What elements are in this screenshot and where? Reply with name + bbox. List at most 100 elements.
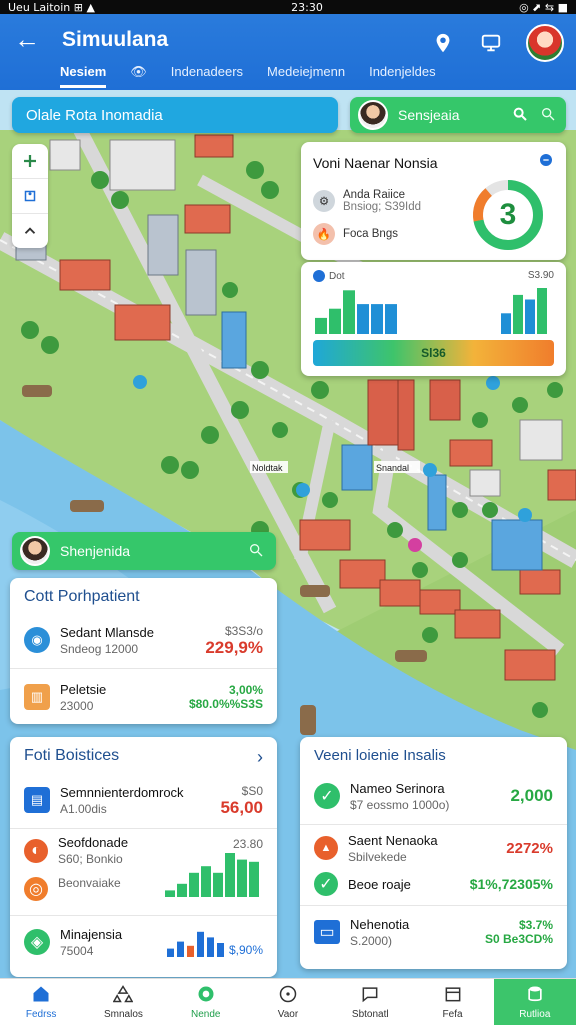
tab-bar: Nesiem 👁 Indenadeers Medeiejmenn Indenje… — [60, 64, 436, 88]
bar — [525, 299, 535, 334]
layers-icon[interactable] — [12, 179, 48, 214]
nav-item-fefa[interactable]: Fefa — [411, 979, 493, 1025]
list-item[interactable]: ✓ Nameo Serinora $7 eossmo 1000o) 2,000 — [300, 764, 567, 816]
chevron-right-icon[interactable]: › — [257, 747, 263, 768]
list-item[interactable]: ◈ Minajensia 75004 $,90% — [10, 922, 277, 962]
status-right: ◎ ⬈ ⇆ ■ — [519, 0, 568, 14]
list-item-sub: S.2000) — [350, 933, 393, 948]
status-left: Ueu Laitoin ⊞ ▲ — [8, 0, 95, 14]
nav-label: Rutlioa — [519, 1009, 551, 1020]
profile-search-bar[interactable]: Sensjeaia — [350, 97, 566, 133]
cost-card: Cott Porhpatient ◉ Sedant Mlansde Sndeog… — [10, 578, 277, 724]
list-item[interactable]: ✓ Beoe roaje $1%,72305% — [300, 865, 567, 899]
list-item-label: Seofdonade — [58, 835, 129, 850]
nav-item-vaor[interactable]: Vaor — [247, 979, 329, 1025]
mini-bar-chart — [165, 853, 259, 897]
bar-chart-card[interactable]: Dot S3.90 Sl36 — [301, 262, 566, 376]
search-icon[interactable] — [512, 106, 528, 125]
map-tools — [12, 144, 48, 248]
bar — [537, 288, 547, 334]
back-arrow-icon[interactable]: ← — [14, 26, 40, 52]
status-time: 23:30 — [291, 0, 323, 14]
overview-row-2-label: Foca Bngs — [343, 228, 398, 240]
profile-search-text: Sensjeaia — [398, 107, 460, 123]
list-item-sub: $7 eossmo 1000o) — [350, 797, 450, 812]
list-item-label: Peletsie — [60, 681, 107, 697]
list-item-value: S0 Be3CD% — [484, 932, 553, 946]
stats-card-title: Foti Boistices — [24, 747, 120, 764]
list-item[interactable]: ▲ Saent Nenaoka Sbilvekede 2272% — [300, 831, 567, 865]
list-item-label: Sedant Mlansde — [60, 624, 154, 640]
bar — [237, 859, 247, 897]
list-item-value: 2,000 — [510, 786, 553, 805]
home-icon — [31, 984, 51, 1007]
list-item-top: $S0 — [241, 784, 263, 798]
list-item-top: 3,00% — [228, 683, 263, 697]
location-search-text: Olale Rota Inomadia — [26, 106, 163, 124]
tab-indenadeers[interactable]: Indenadeers — [171, 64, 243, 88]
user-avatar[interactable] — [526, 24, 564, 62]
overview-card[interactable]: Voni Naenar Nonsia ⚙ Anda Raiice Bnsiog;… — [301, 142, 566, 260]
bar — [513, 294, 523, 334]
fire-icon: 🔥 — [313, 223, 335, 245]
bar — [357, 304, 369, 334]
bar — [166, 948, 174, 957]
list-item[interactable]: ◐ ◎ Seofdonade S60; Bonkio Beonvaiake 23… — [10, 835, 277, 911]
bar — [343, 290, 355, 334]
check-icon — [313, 270, 325, 282]
list-item-label: Saent Nenaoka — [348, 832, 438, 848]
overview-title: Voni Naenar Nonsia — [313, 154, 438, 171]
nav-label: Sbtonatl — [351, 1009, 389, 1020]
overview-row-1-sub: Bnsiog; S39Idd — [343, 201, 422, 213]
list-item-sub: Sbilvekede — [348, 849, 407, 864]
location-search-bar[interactable]: Olale Rota Inomadia — [12, 97, 338, 133]
tab-indenjeldes[interactable]: Indenjeldes — [369, 64, 436, 88]
tab-medeiejmenn[interactable]: Medeiejmenn — [267, 64, 345, 88]
list-item-top: 23.80 — [232, 837, 263, 851]
bar — [315, 317, 327, 334]
avatar — [358, 100, 388, 130]
list-item-value: $1%,72305% — [469, 876, 553, 892]
bar — [201, 866, 211, 897]
list-item-sub: S60; Bonkio — [58, 852, 123, 866]
nav-item-home[interactable]: Fedrss — [0, 979, 82, 1025]
list-item-top: $3S3/o — [224, 624, 263, 638]
shield-icon: ◈ — [24, 929, 50, 955]
zoom-icon[interactable] — [540, 106, 556, 125]
nav-item-nende[interactable]: Nende — [165, 979, 247, 1025]
page-title: Simuulana — [62, 28, 169, 51]
nav-item-sbtonatl[interactable]: Sbtonatl — [329, 979, 411, 1025]
list-item-value: 229,9% — [205, 638, 263, 657]
bar — [213, 872, 223, 897]
divider — [10, 915, 277, 916]
list-item[interactable]: ▭ Nehenotia S.2000) $3.7% S0 Be3CD% — [300, 912, 567, 952]
document-icon: ▤ — [24, 787, 50, 813]
gradient-bar: Sl36 — [313, 340, 554, 366]
map-pin-icon[interactable] — [430, 30, 456, 56]
navigate-icon[interactable] — [12, 144, 48, 179]
bar — [189, 872, 199, 897]
warning-icon: ▲ — [314, 836, 338, 860]
check-circle-icon: ✓ — [314, 872, 338, 896]
chat-icon[interactable] — [538, 152, 554, 173]
list-item[interactable]: ◉ Sedant Mlansde Sndeog 12000 $3S3/o 229… — [10, 606, 277, 662]
bar — [216, 943, 224, 957]
search-icon[interactable] — [248, 542, 264, 561]
share-screen-icon[interactable] — [478, 30, 504, 56]
nav-item-smnalos[interactable]: Smnalos — [82, 979, 164, 1025]
bar-chart — [315, 288, 547, 334]
bar-card-right-label: S3.90 — [527, 270, 554, 281]
events-card-title: Veeni loienie Insalis — [314, 747, 446, 764]
monitor-icon: ▭ — [314, 920, 340, 944]
nav-label: Nende — [190, 1009, 221, 1020]
nav-item-rutlioa[interactable]: Rutlioa — [493, 979, 576, 1025]
nearby-panel-text: Shenjenida — [60, 543, 131, 559]
tab-nesiem[interactable]: Nesiem — [60, 64, 107, 88]
overview-row-1-label: Anda Raiice — [343, 189, 406, 201]
nearby-panel[interactable]: Shenjenida — [12, 532, 276, 570]
list-item[interactable]: ▥ Peletsie 23000 3,00% $80.0%%S3S — [10, 675, 277, 719]
list-item[interactable]: ▤ Semnnienterdomrock A1.00dis $S0 56,00 — [10, 768, 277, 820]
eye-icon[interactable]: 👁 — [130, 64, 147, 88]
chevron-up-icon[interactable] — [12, 214, 48, 248]
bar-card-left-label: Dot — [313, 270, 345, 282]
